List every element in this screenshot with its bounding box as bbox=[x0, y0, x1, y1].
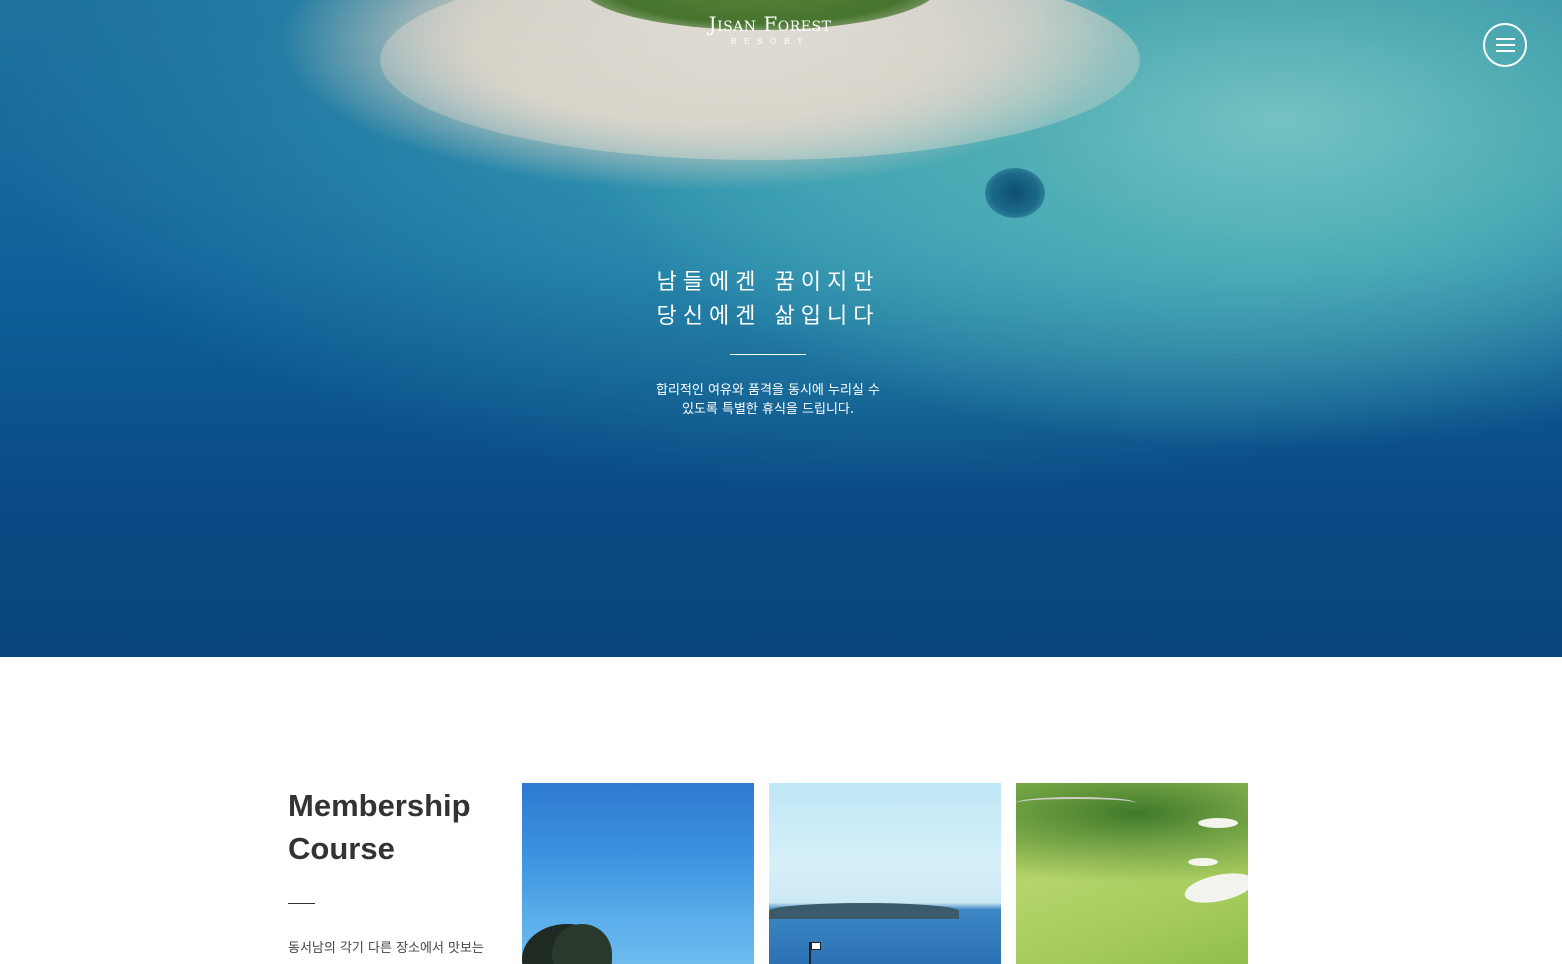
logo-main-text: Jisan Forest bbox=[708, 12, 832, 36]
card-green-fairway[interactable] bbox=[1016, 783, 1248, 964]
cart-path bbox=[1016, 797, 1136, 809]
membership-description: 동서남의 각기 다른 장소에서 맛보는 bbox=[288, 941, 484, 956]
sand-bunker bbox=[1198, 818, 1238, 828]
hero-copy: 남들에겐 꿈이지만 당신에겐 삶입니다 합리적인 여유와 품격을 동시에 누리실… bbox=[600, 266, 936, 419]
site-logo[interactable]: Jisan Forest RESORT bbox=[690, 12, 850, 47]
hamburger-menu-icon[interactable] bbox=[1483, 23, 1527, 67]
hero-desc-line2: 있도록 특별한 휴식을 드립니다. bbox=[681, 402, 854, 417]
sand-bunker bbox=[1182, 868, 1248, 908]
hero-title: 남들에겐 꿈이지만 당신에겐 삶입니다 bbox=[600, 266, 936, 334]
hero-title-line2: 당신에겐 삶입니다 bbox=[656, 304, 880, 329]
menu-bar bbox=[1496, 50, 1515, 52]
golf-flag-icon bbox=[809, 942, 821, 964]
menu-bar bbox=[1496, 38, 1515, 40]
distant-headland bbox=[769, 903, 959, 919]
hero-banner: Jisan Forest RESORT 남들에겐 꿈이지만 당신에겐 삶입니다 … bbox=[0, 0, 1562, 657]
sand-bunker bbox=[1188, 858, 1218, 866]
membership-divider bbox=[288, 903, 315, 904]
hero-title-line1: 남들에겐 꿈이지만 bbox=[656, 270, 880, 295]
menu-bar bbox=[1496, 44, 1515, 46]
membership-title: Membership Course bbox=[288, 784, 471, 870]
hero-divider bbox=[730, 354, 806, 355]
membership-title-line2: Course bbox=[288, 831, 395, 866]
hero-desc-line1: 합리적인 여유와 품격을 동시에 누리실 수 bbox=[656, 383, 880, 398]
card-seaside-course[interactable] bbox=[769, 783, 1001, 964]
logo-sub-text: RESORT bbox=[730, 37, 810, 47]
card-blue-sky-trees[interactable] bbox=[522, 783, 754, 964]
membership-section: Membership Course 동서남의 각기 다른 장소에서 맛보는 bbox=[0, 657, 1562, 964]
hero-description: 합리적인 여유와 품격을 동시에 누리실 수 있도록 특별한 휴식을 드립니다. bbox=[600, 381, 936, 419]
membership-title-line1: Membership bbox=[288, 788, 471, 823]
